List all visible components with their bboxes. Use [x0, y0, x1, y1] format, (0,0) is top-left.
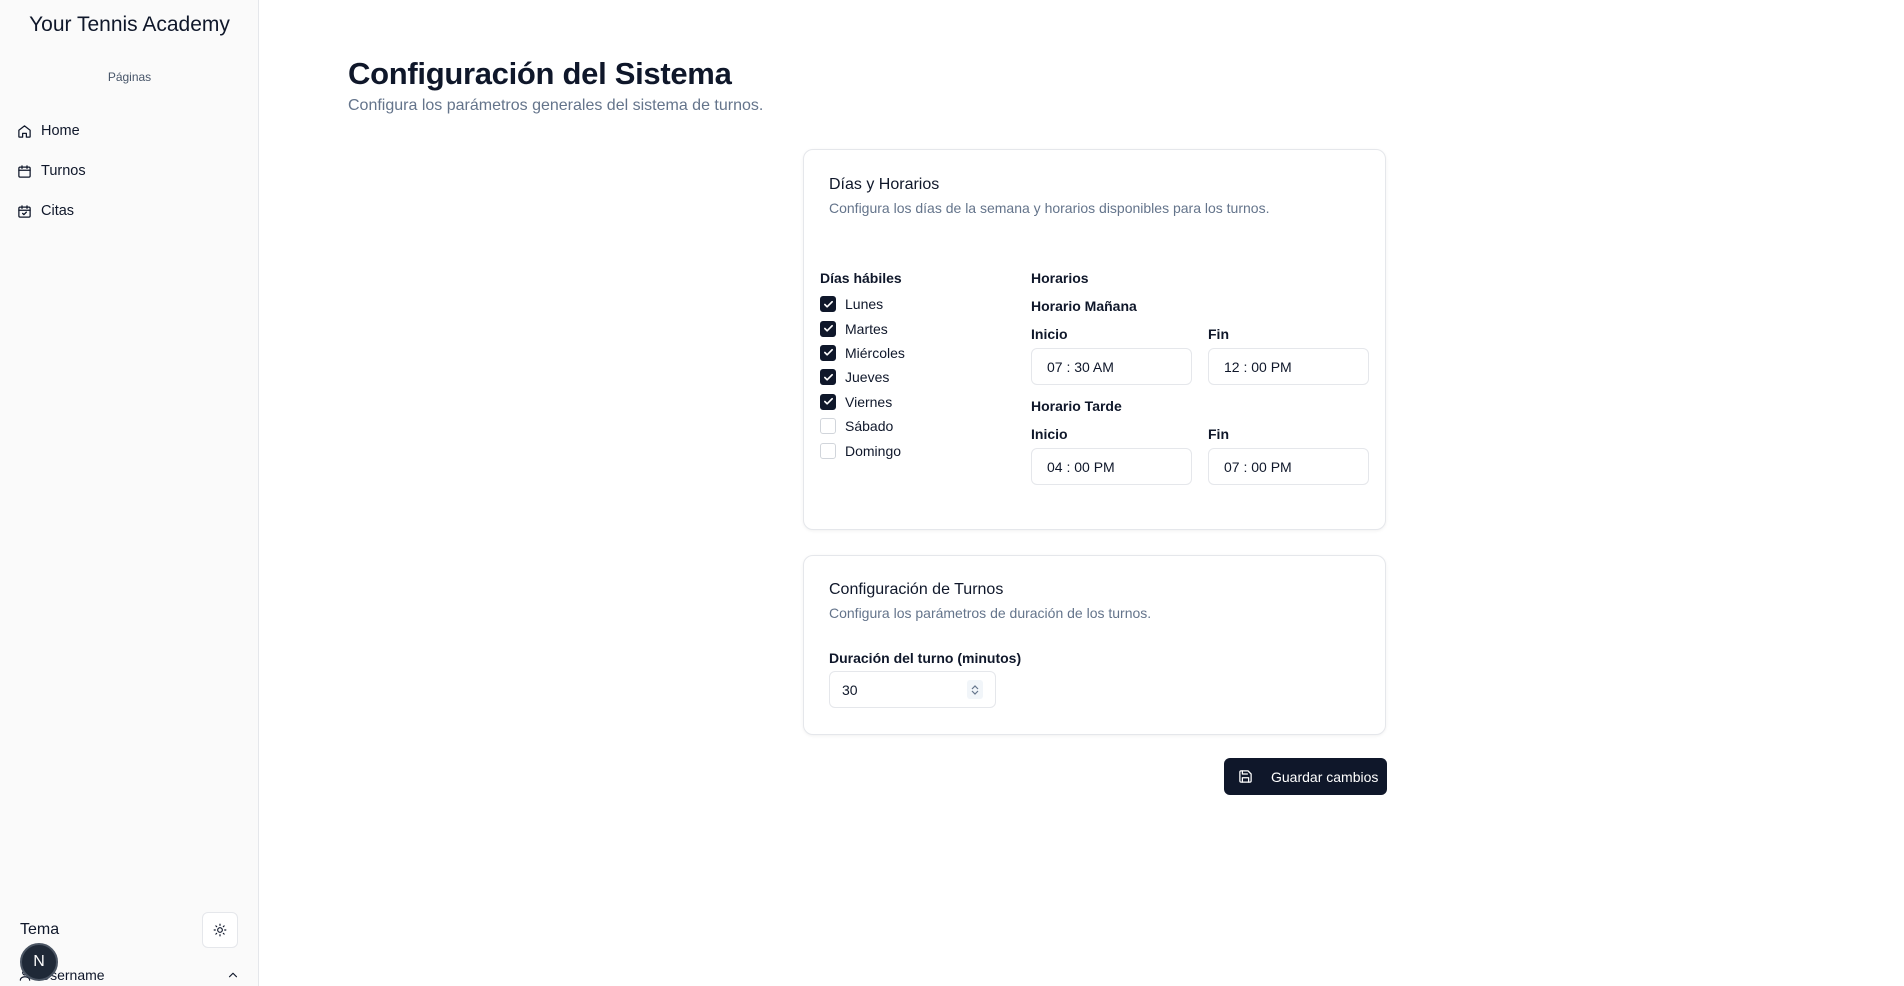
page-title: Configuración del Sistema: [348, 56, 732, 91]
morning-end-label: Fin: [1208, 326, 1229, 342]
sidebar-nav: Home Turnos Citas: [12, 114, 247, 234]
working-days: Días hábiles Lunes Martes Miércoles Jueves V…: [820, 268, 1020, 463]
check-icon: [823, 349, 833, 357]
sidebar-item-citas[interactable]: Citas: [12, 194, 247, 228]
sidebar-group-label: Páginas: [107, 70, 152, 84]
schedule-card: Días y Horarios Configura los días de la…: [803, 149, 1386, 530]
hours-section: Horarios Horario Mañana Inicio 07 : 30 A…: [1031, 268, 1371, 485]
sidebar: Your Tennis Academy Páginas Home Turnos …: [0, 0, 259, 986]
chevron-down-icon: [971, 690, 979, 695]
afternoon-label: Horario Tarde: [1031, 398, 1122, 414]
theme-toggle-button[interactable]: [202, 912, 238, 948]
day-label: Sábado: [845, 418, 894, 435]
theme-label: Tema: [20, 921, 60, 938]
day-checkbox[interactable]: [820, 320, 836, 337]
turns-card-description: Configura los parámetros de duración de …: [829, 605, 1152, 621]
sidebar-item-label: Citas: [41, 203, 75, 219]
morning-end-input[interactable]: 12 : 00 PM: [1208, 348, 1369, 385]
day-checkbox[interactable]: [820, 393, 836, 410]
turns-card: Configuración de Turnos Configura los pa…: [803, 555, 1386, 735]
save-button-label: Guardar cambios: [1271, 768, 1379, 785]
sidebar-item-home[interactable]: Home: [12, 114, 247, 148]
check-icon: [823, 398, 833, 405]
page-subtitle: Configura los parámetros generales del s…: [348, 97, 764, 114]
day-checkbox[interactable]: [820, 344, 836, 361]
afternoon-start-label: Inicio: [1031, 426, 1068, 442]
day-checkbox[interactable]: [820, 442, 836, 459]
hours-label: Horarios: [1031, 270, 1089, 286]
theme-row: Tema: [20, 912, 238, 948]
day-option[interactable]: Miércoles: [820, 341, 1020, 365]
duration-stepper[interactable]: [967, 680, 983, 699]
afternoon-end-input[interactable]: 07 : 00 PM: [1208, 448, 1369, 485]
day-label: Jueves: [845, 369, 890, 386]
day-checkbox[interactable]: [820, 296, 836, 313]
working-days-label: Días hábiles: [820, 270, 902, 286]
duration-value: 30: [842, 681, 858, 698]
day-option[interactable]: Domingo: [820, 438, 1020, 462]
calendar-icon: [18, 164, 31, 178]
day-label: Lunes: [845, 296, 884, 313]
morning-start-label: Inicio: [1031, 326, 1068, 342]
day-label: Domingo: [845, 442, 902, 459]
day-label: Martes: [845, 320, 888, 337]
day-option[interactable]: Jueves: [820, 365, 1020, 389]
sun-icon: [213, 923, 227, 937]
day-label: Viernes: [845, 393, 893, 410]
day-option[interactable]: Martes: [820, 316, 1020, 340]
calendar-check-icon: [18, 204, 31, 218]
save-button[interactable]: Guardar cambios: [1224, 758, 1387, 795]
afternoon-end-label: Fin: [1208, 426, 1229, 442]
day-checkbox[interactable]: [820, 369, 836, 386]
day-option[interactable]: Viernes: [820, 390, 1020, 414]
day-checkbox[interactable]: [820, 418, 836, 435]
schedule-card-title: Días y Horarios: [829, 176, 940, 193]
day-label: Miércoles: [845, 344, 905, 361]
morning-times: Inicio 07 : 30 AM Fin 12 : 00 PM: [1031, 326, 1371, 385]
check-icon: [823, 325, 833, 332]
home-icon: [18, 124, 31, 138]
check-icon: [823, 300, 833, 308]
app-title: Your Tennis Academy: [29, 13, 230, 36]
morning-label: Horario Mañana: [1031, 298, 1137, 314]
afternoon-times: Inicio 04 : 00 PM Fin 07 : 00 PM: [1031, 426, 1371, 485]
username: Username: [40, 967, 105, 983]
save-icon: [1239, 770, 1252, 783]
day-option[interactable]: Lunes: [820, 292, 1020, 316]
sidebar-item-turnos[interactable]: Turnos: [12, 154, 247, 188]
day-list: Lunes Martes Miércoles Jueves Viernes Sábado D…: [820, 292, 1020, 463]
chevron-up-icon: [228, 972, 238, 978]
turns-card-title: Configuración de Turnos: [829, 581, 1004, 598]
avatar[interactable]: N: [20, 943, 58, 981]
duration-input[interactable]: 30: [829, 671, 996, 708]
schedule-card-description: Configura los días de la semana y horari…: [829, 200, 1270, 216]
afternoon-start-input[interactable]: 04 : 00 PM: [1031, 448, 1192, 485]
sidebar-item-label: Home: [41, 123, 80, 139]
day-option[interactable]: Sábado: [820, 414, 1020, 438]
morning-start-input[interactable]: 07 : 30 AM: [1031, 348, 1192, 385]
check-icon: [823, 373, 833, 381]
sidebar-item-label: Turnos: [41, 163, 86, 179]
duration-label: Duración del turno (minutos): [829, 650, 1022, 666]
